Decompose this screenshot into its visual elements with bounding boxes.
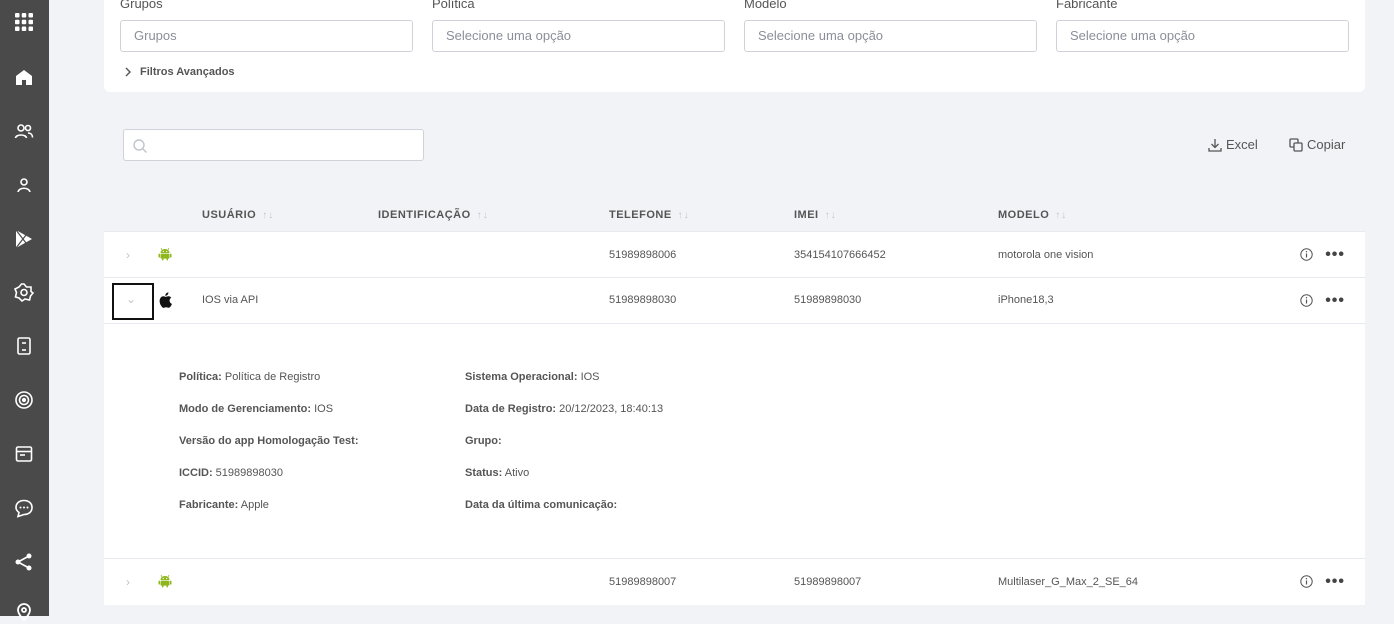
more-options-icon[interactable]: ••• <box>1325 246 1345 262</box>
sort-icon: ↑↓ <box>476 209 489 221</box>
detail-policy: Política: Política de Registro <box>179 371 321 383</box>
phone-cell: 51989898006 <box>609 249 677 261</box>
share-icon[interactable] <box>12 550 36 574</box>
row-actions: ••• <box>1300 246 1345 262</box>
phone-cell: 51989898030 <box>609 294 677 306</box>
user-icon[interactable] <box>12 173 36 197</box>
row-detail-panel: Política: Política de Registro Modo de G… <box>104 323 1365 559</box>
sort-icon: ↑↓ <box>677 209 690 221</box>
sort-icon: ↑↓ <box>824 209 837 221</box>
detail-manufacturer: Fabricante: Apple <box>179 499 269 511</box>
advanced-filters-toggle[interactable]: Filtros Avançados <box>124 66 235 78</box>
android-icon <box>158 574 172 588</box>
detail-iccid: ICCID: 51989898030 <box>179 467 283 479</box>
model-cell: Multilaser_G_Max_2_SE_64 <box>998 576 1139 588</box>
calendar-icon[interactable] <box>12 442 36 466</box>
users-icon[interactable] <box>12 119 36 143</box>
more-options-icon[interactable]: ••• <box>1325 573 1345 589</box>
play-store-icon[interactable] <box>12 227 36 251</box>
settings-flower-icon[interactable] <box>12 280 36 304</box>
sidebar <box>0 0 49 622</box>
expand-toggle-focus[interactable] <box>112 283 154 320</box>
more-options-icon[interactable]: ••• <box>1325 292 1345 308</box>
detail-mgmt-mode: Modo de Gerenciamento: IOS <box>179 403 334 415</box>
policy-select[interactable]: Selecione uma opção <box>432 20 725 52</box>
column-header-imei[interactable]: IMEI ↑↓ <box>794 209 837 221</box>
copy-label: Copiar <box>1307 137 1346 152</box>
table-row[interactable]: › 51989898007 51989898007 Multilaser_G_M… <box>104 558 1365 605</box>
sort-icon: ↑↓ <box>1055 209 1068 221</box>
info-icon[interactable] <box>1300 294 1313 307</box>
search-input[interactable] <box>123 129 424 161</box>
info-icon[interactable] <box>1300 248 1313 261</box>
model-cell: motorola one vision <box>998 249 1094 261</box>
detail-app-version: Versão do app Homologação Test: <box>179 435 359 447</box>
imei-cell: 51989898007 <box>794 576 862 588</box>
excel-label: Excel <box>1226 137 1258 152</box>
column-header-usuario[interactable]: USUÁRIO ↑↓ <box>202 209 274 221</box>
sort-icon: ↑↓ <box>262 209 275 221</box>
manufacturer-label: Fabricante <box>1056 0 1118 11</box>
detail-last-comm: Data da última comunicação: <box>465 499 618 511</box>
manufacturer-select[interactable]: Selecione uma opção <box>1056 20 1349 52</box>
groups-label: Grupos <box>120 0 163 11</box>
location-icon[interactable] <box>12 600 36 624</box>
user-cell: IOS via API <box>202 294 259 306</box>
device-icon[interactable] <box>12 334 36 358</box>
chevron-right-icon[interactable]: › <box>126 575 130 589</box>
detail-group: Grupo: <box>465 435 502 447</box>
chevron-right-icon <box>125 67 131 77</box>
apps-grid-icon[interactable] <box>12 10 36 34</box>
chevron-right-icon[interactable]: › <box>126 248 130 262</box>
imei-cell: 51989898030 <box>794 294 862 306</box>
table-row[interactable]: › 51989898006 354154107666452 motorola o… <box>104 231 1365 278</box>
column-label: MODELO <box>998 209 1050 221</box>
apple-icon <box>159 292 172 308</box>
excel-export-button[interactable]: Excel <box>1208 137 1258 152</box>
download-icon <box>1208 138 1222 152</box>
phone-cell: 51989898007 <box>609 576 677 588</box>
model-label: Modelo <box>744 0 787 11</box>
model-select[interactable]: Selecione uma opção <box>744 20 1037 52</box>
home-icon[interactable] <box>12 65 36 89</box>
info-icon[interactable] <box>1300 575 1313 588</box>
groups-input[interactable]: Grupos <box>120 20 413 52</box>
column-header-identificacao[interactable]: IDENTIFICAÇÃO ↑↓ <box>378 209 489 221</box>
row-actions: ••• <box>1300 573 1345 589</box>
android-icon <box>158 247 172 261</box>
column-header-modelo[interactable]: MODELO ↑↓ <box>998 209 1067 221</box>
imei-cell: 354154107666452 <box>794 249 886 261</box>
chat-icon[interactable] <box>12 496 36 520</box>
copy-icon <box>1289 137 1303 152</box>
policy-label: Política <box>432 0 475 11</box>
row-actions: ••• <box>1300 292 1345 308</box>
detail-os: Sistema Operacional: IOS <box>465 371 600 383</box>
detail-reg-date: Data de Registro: 20/12/2023, 18:40:13 <box>465 403 664 415</box>
table-row[interactable]: ⌄ IOS via API 51989898030 51989898030 iP… <box>104 277 1365 324</box>
column-header-telefone[interactable]: TELEFONE ↑↓ <box>609 209 690 221</box>
model-cell: iPhone18,3 <box>998 294 1054 306</box>
advanced-filters-label: Filtros Avançados <box>140 66 235 78</box>
target-icon[interactable] <box>12 388 36 412</box>
column-label: TELEFONE <box>609 209 672 221</box>
copy-button[interactable]: Copiar <box>1289 137 1345 152</box>
column-label: IDENTIFICAÇÃO <box>378 209 471 221</box>
column-label: IMEI <box>794 209 819 221</box>
detail-status: Status: Ativo <box>465 467 530 479</box>
column-label: USUÁRIO <box>202 209 257 221</box>
search-icon <box>133 139 147 153</box>
